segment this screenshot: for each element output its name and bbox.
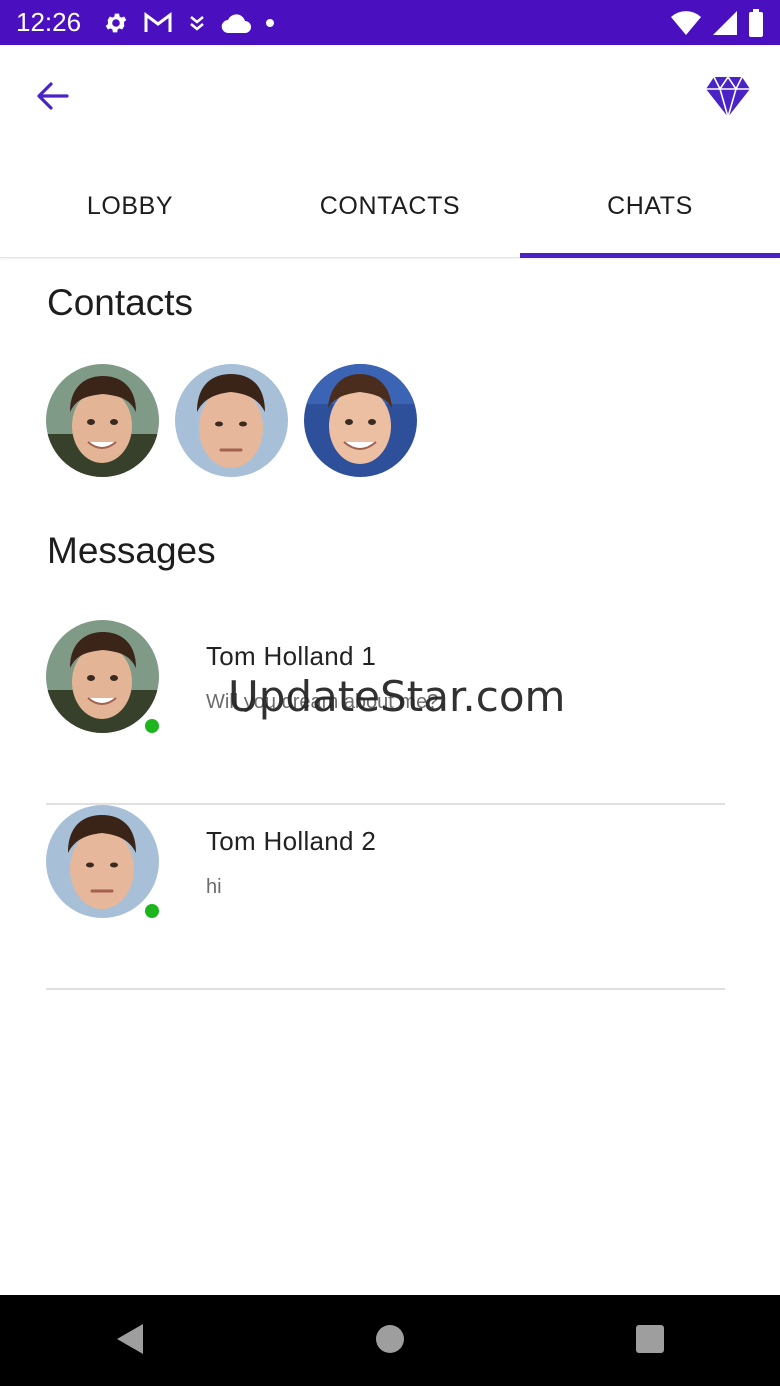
contact-avatar-1[interactable] xyxy=(46,364,159,477)
tab-lobby[interactable]: LOBBY xyxy=(0,155,260,257)
tab-contacts[interactable]: CONTACTS xyxy=(260,155,520,257)
tab-chats[interactable]: CHATS xyxy=(520,155,780,258)
triangle-back-icon xyxy=(115,1323,145,1359)
message-preview: Will you dream about me? xyxy=(206,691,439,713)
download-icon xyxy=(187,11,207,35)
contact-avatar-3[interactable] xyxy=(304,364,417,477)
message-avatar-wrap xyxy=(46,805,159,918)
dot-icon xyxy=(265,18,275,28)
message-row-1[interactable]: Tom Holland 1 Will you dream about me? xyxy=(46,620,725,805)
message-avatar-wrap xyxy=(46,620,159,733)
status-time: 12:26 xyxy=(16,7,82,37)
contact-avatar-2[interactable] xyxy=(175,364,288,477)
back-button[interactable] xyxy=(30,75,76,121)
message-sender-name: Tom Holland 2 xyxy=(206,826,377,856)
cloud-icon xyxy=(221,12,252,34)
status-bar: 12:26 xyxy=(0,0,780,45)
message-sender-name: Tom Holland 1 xyxy=(206,641,377,671)
circle-home-icon xyxy=(375,1324,405,1358)
message-avatar-1 xyxy=(46,620,159,733)
arrow-left-icon xyxy=(36,81,70,115)
contacts-section-title: Contacts xyxy=(47,282,194,323)
nav-recents-button[interactable] xyxy=(620,1311,680,1371)
cell-signal-icon xyxy=(712,10,738,36)
nav-home-button[interactable] xyxy=(360,1311,420,1371)
contacts-row xyxy=(46,364,417,477)
nav-back-button[interactable] xyxy=(100,1311,160,1371)
wifi-icon xyxy=(670,10,702,36)
status-icons-right xyxy=(670,8,764,37)
premium-button[interactable] xyxy=(702,73,754,125)
gmail-icon xyxy=(143,11,173,35)
message-preview: hi xyxy=(206,876,222,898)
status-icons-left xyxy=(103,10,275,36)
online-status-dot xyxy=(145,904,159,918)
tab-bar: LOBBY CONTACTS CHATS xyxy=(0,155,780,258)
message-avatar-2 xyxy=(46,805,159,918)
online-status-dot xyxy=(145,719,159,733)
square-recents-icon xyxy=(635,1324,665,1358)
battery-icon xyxy=(748,8,764,37)
messages-section-title: Messages xyxy=(47,530,216,571)
system-nav-bar xyxy=(0,1295,780,1386)
app-bar xyxy=(0,45,780,155)
message-row-2[interactable]: Tom Holland 2 hi xyxy=(46,805,725,990)
diamond-icon xyxy=(705,75,751,122)
settings-gear-icon xyxy=(103,10,129,36)
